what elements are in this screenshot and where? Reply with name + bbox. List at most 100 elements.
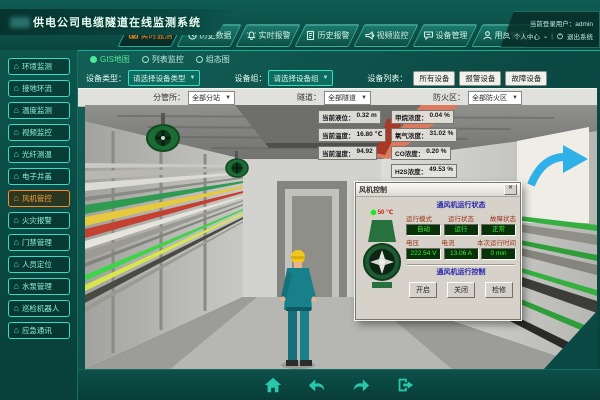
user-icon [482,30,493,41]
sidebar-item-ground-current[interactable]: ⌂接地环流 [8,80,70,97]
profile-link[interactable]: 个人中心 [514,31,540,41]
radio-scada-view[interactable]: 组态图 [196,54,230,65]
home-icon: ⌂ [14,238,19,247]
main-content: GIS地图 列表监控 组态图 设备类型： 请选择设备类型▼ 设备组： 请选择设备… [78,50,600,400]
report-document-icon [305,30,316,41]
alarm-devices-button[interactable]: 报警设备 [459,71,501,86]
sidebar-item-temperature[interactable]: ⌂温度监测 [8,102,70,119]
firezone-select[interactable]: 全部防火区▼ [468,91,522,105]
h2s-readout: H2S浓度：49.53 % [391,164,457,178]
voltage-label: 电压 [406,237,419,247]
video-camera-icon [364,30,375,41]
tab-realtime-alarm[interactable]: 实时报警 [235,24,300,47]
device-group-label: 设备组： [234,73,266,84]
sidebar-item-fiber-temp[interactable]: ⌂光纤测温 [8,146,70,163]
home-icon: ⌂ [14,260,19,269]
fan-icon [362,218,402,298]
radio-dot [142,56,149,63]
temperature-readout: 当前温度：16.80 ℃ [318,128,386,142]
alarm-bell-icon [246,30,257,41]
sidebar-item-env-monitor[interactable]: ⌂环境监测 [8,58,70,75]
sidebar-item-access-control[interactable]: ⌂门禁管理 [8,234,70,251]
radio-gis-map[interactable]: GIS地图 [90,54,130,65]
home-icon: ⌂ [14,62,19,71]
home-icon: ⌂ [14,84,19,93]
co-readout: CO浓度：0.20 % [391,146,451,160]
device-type-select[interactable]: 请选择设备类型▼ [128,70,200,86]
fault-devices-button[interactable]: 故障设备 [505,71,547,86]
device-group-select[interactable]: 请选择设备组▼ [268,70,333,86]
sidebar-item-emergency-comms[interactable]: ⌂应急通讯 [8,322,70,339]
sidebar-item-inspection-robot[interactable]: ⌂巡检机器人 [8,300,70,317]
app-window: 供电公司电缆隧道在线监测系统 实时监测 历史数据 实时报警 历史报警 视频监控 … [0,0,600,400]
fault-status-label: 故障状态 [490,213,516,223]
home-icon: ⌂ [14,150,19,159]
run-status-label: 运行状态 [448,213,474,223]
branch-select[interactable]: 全部分站▼ [188,91,235,105]
radio-list-monitor[interactable]: 列表监控 [142,54,184,65]
status-group-title: 通风机运行状态 [405,200,517,210]
bottom-nav-bar [78,369,600,400]
logout-link[interactable]: 退出系统 [567,31,593,41]
home-icon: ⌂ [14,216,19,225]
ch4-readout: 甲烷浓度：0.04 % [391,110,454,124]
device-list-label: 设备列表： [367,73,407,84]
view-mode-radios: GIS地图 列表监控 组态图 [90,54,230,65]
control-group-title: 通风机运行控制 [405,267,517,277]
device-toolbar: 设备类型： 请选择设备类型▼ 设备组： 请选择设备组▼ 设备列表： 所有设备 报… [86,70,596,86]
tab-device-manage[interactable]: 设备管理 [412,24,477,47]
close-icon[interactable]: ✕ [504,184,517,195]
current-label: 电流 [442,237,455,247]
level-readout: 当前液位：0.32 m [318,110,381,124]
humidity-readout: 当前湿度：94.92 [318,146,377,160]
tab-video-monitor[interactable]: 视频监控 [353,24,418,47]
home-icon: ⌂ [14,304,19,313]
runtime-label: 本次运行时间 [477,237,516,247]
fan-control-dialog: 风机控制 ✕ 50 ℃ [355,182,521,320]
sidebar-item-fire-alarm[interactable]: ⌂火灾报警 [8,212,70,229]
app-title-band: 供电公司电缆隧道在线监测系统 [0,9,235,35]
fan-maintain-button[interactable]: 检修 [485,282,513,298]
sidebar-item-personnel-location[interactable]: ⌂人员定位 [8,256,70,273]
run-mode-value: 自动 [406,224,441,236]
dialog-title: 风机控制 [359,185,387,195]
sidebar-item-video[interactable]: ⌂视频监控 [8,124,70,141]
home-icon: ⌂ [14,128,19,137]
exit-button[interactable] [393,374,417,396]
user-panel: 当前登录用户：admin 个人中心 ⌄ | 退出系统 [500,11,600,48]
redacted-logo [10,17,30,28]
back-arrow-icon [307,375,327,395]
env-panel-right: 甲烷浓度：0.04 % 氧气浓度：31.02 % CO浓度：0.20 % H2S… [391,110,457,178]
sidebar-item-pump-manage[interactable]: ⌂水泵管理 [8,278,70,295]
status-led [371,210,376,215]
dialog-titlebar[interactable]: 风机控制 ✕ [356,183,520,197]
exit-icon [395,375,415,395]
runtime-value: 0 min [481,248,516,260]
home-icon: ⌂ [14,106,19,115]
fan-graphic: 50 ℃ [359,199,405,298]
fan-stop-button[interactable]: 关闭 [447,282,475,298]
run-mode-label: 运行模式 [406,213,432,223]
chevron-down-icon: ⌄ [543,32,548,40]
divider [407,264,515,266]
home-icon: ⌂ [14,326,19,335]
device-type-label: 设备类型： [86,73,126,84]
tab-history-alarm[interactable]: 历史报警 [294,24,359,47]
tunnel-select[interactable]: 全部隧道▼ [324,91,371,105]
home-icon: ⌂ [14,172,19,181]
sidebar-item-fan-control[interactable]: ⌂风机管控 [8,190,70,207]
sidebar-item-manhole-cover[interactable]: ⌂电子井盖 [8,168,70,185]
all-devices-button[interactable]: 所有设备 [413,71,455,86]
home-icon [263,375,283,395]
forward-arrow-icon [351,375,371,395]
device-chat-icon [423,30,434,41]
chevron-down-icon: ▼ [225,95,231,101]
fan-start-button[interactable]: 开启 [409,282,437,298]
forward-button[interactable] [349,374,373,396]
home-button[interactable] [261,374,285,396]
tunnel-3d-viewport[interactable]: 当前液位：0.32 m 当前温度：16.80 ℃ 当前湿度：94.92 甲烷浓度… [85,105,597,370]
back-button[interactable] [305,374,329,396]
run-status-value: 运行 [444,224,479,236]
page-title: 供电公司电缆隧道在线监测系统 [33,14,201,30]
home-icon: ⌂ [14,194,19,203]
